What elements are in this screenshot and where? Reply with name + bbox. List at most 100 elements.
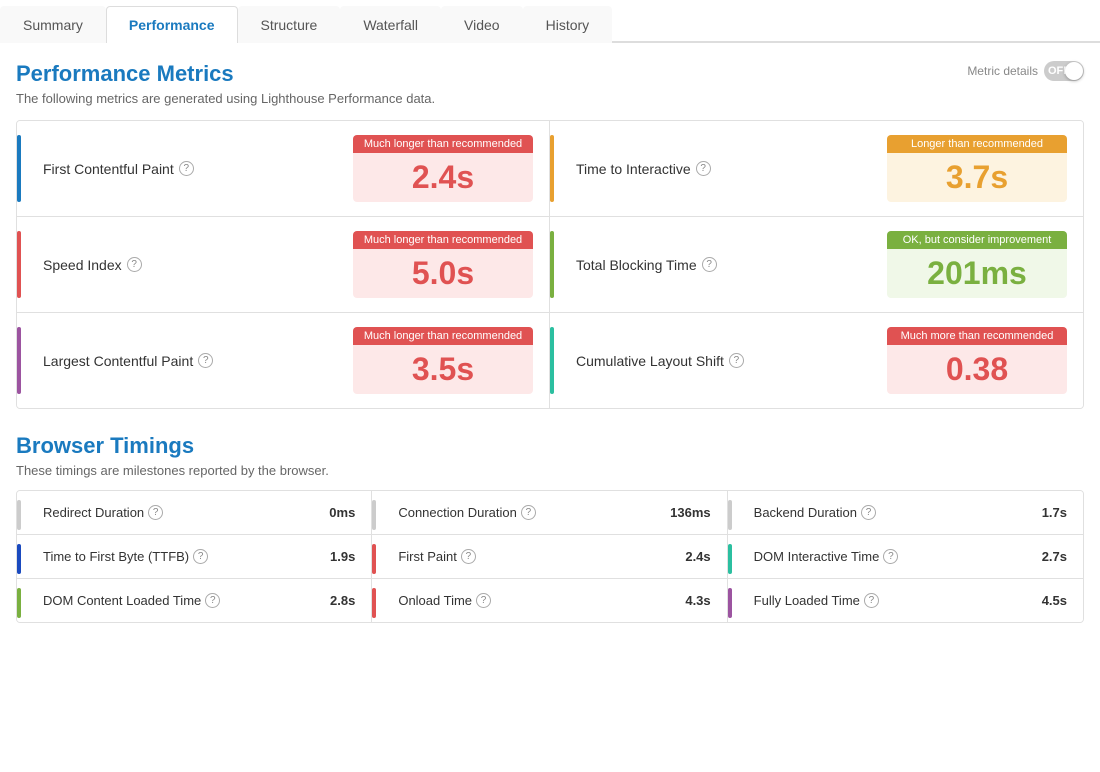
metric-cell-tti: Time to Interactive ?Longer than recomme… [550,121,1083,217]
tab-structure[interactable]: Structure [238,6,341,43]
metric-number-fcp: 2.4s [353,153,533,202]
metric-cell-cls: Cumulative Layout Shift ? Much more than … [550,313,1083,408]
timing-help-dom-content-loaded[interactable]: ? [205,593,220,608]
metric-help-tbt[interactable]: ? [702,257,717,272]
metric-value-box-tbt: OK, but consider improvement201ms [887,231,1067,298]
timing-name-connection: Connection Duration ? [388,505,660,520]
metric-cell-fcp: First Contentful Paint ?Much longer than… [17,121,550,217]
timing-cell-dom-content-loaded: DOM Content Loaded Time ?2.8s [17,579,372,622]
timing-bar-first-paint [372,544,376,574]
metric-badge-tti: Longer than recommended [887,135,1067,153]
timing-name-dom-interactive: DOM Interactive Time ? [744,549,1017,564]
timing-label-onload: Onload Time [398,593,472,608]
browser-timings-title: Browser Timings [16,433,1084,459]
timing-help-redirect[interactable]: ? [148,505,163,520]
timing-value-first-paint: 2.4s [661,549,711,564]
timing-bar-backend [728,500,732,530]
timing-bar-onload [372,588,376,618]
tab-performance[interactable]: Performance [106,6,238,43]
timing-cell-redirect: Redirect Duration ?0ms [17,491,372,535]
metric-number-tbt: 201ms [887,249,1067,298]
metric-bar-cls [550,327,554,394]
metric-bar-lcp [17,327,21,394]
timing-bar-fully-loaded [728,588,732,618]
timing-value-connection: 136ms [661,505,711,520]
browser-timings-desc: These timings are milestones reported by… [16,463,1084,478]
metric-badge-tbt: OK, but consider improvement [887,231,1067,249]
metric-label-cls: Cumulative Layout Shift [576,353,724,369]
timing-label-ttfb: Time to First Byte (TTFB) [43,549,189,564]
metric-number-si: 5.0s [353,249,533,298]
main-content: Performance Metrics The following metric… [0,43,1100,641]
metric-value-box-fcp: Much longer than recommended2.4s [353,135,533,202]
timings-grid: Redirect Duration ?0msConnection Duratio… [16,490,1084,623]
timing-bar-dom-interactive [728,544,732,574]
metric-help-fcp[interactable]: ? [179,161,194,176]
timing-label-connection: Connection Duration [398,505,517,520]
timing-value-onload: 4.3s [661,593,711,608]
timing-value-backend: 1.7s [1017,505,1067,520]
timing-cell-connection: Connection Duration ?136ms [372,491,727,535]
metric-label-fcp: First Contentful Paint [43,161,174,177]
timing-value-dom-interactive: 2.7s [1017,549,1067,564]
metric-label-tti: Time to Interactive [576,161,691,177]
metric-name-si: Speed Index ? [33,257,353,273]
metric-value-box-si: Much longer than recommended5.0s [353,231,533,298]
timing-cell-backend: Backend Duration ?1.7s [728,491,1083,535]
timing-value-dom-content-loaded: 2.8s [305,593,355,608]
metric-name-lcp: Largest Contentful Paint ? [33,353,353,369]
metric-number-lcp: 3.5s [353,345,533,394]
metric-help-tti[interactable]: ? [696,161,711,176]
tab-video[interactable]: Video [441,6,523,43]
timing-bar-ttfb [17,544,21,574]
timing-help-ttfb[interactable]: ? [193,549,208,564]
timing-value-fully-loaded: 4.5s [1017,593,1067,608]
timing-help-backend[interactable]: ? [861,505,876,520]
timing-cell-first-paint: First Paint ?2.4s [372,535,727,579]
metric-name-fcp: First Contentful Paint ? [33,161,353,177]
metric-bar-si [17,231,21,298]
toggle-knob [1065,62,1083,80]
tab-summary[interactable]: Summary [0,6,106,43]
timing-value-redirect: 0ms [305,505,355,520]
metric-name-tbt: Total Blocking Time ? [566,257,887,273]
timing-name-redirect: Redirect Duration ? [33,505,305,520]
metric-value-box-cls: Much more than recommended0.38 [887,327,1067,394]
timing-cell-onload: Onload Time ? 4.3s [372,579,727,622]
timing-help-onload[interactable]: ? [476,593,491,608]
timing-value-ttfb: 1.9s [305,549,355,564]
timing-help-dom-interactive[interactable]: ? [883,549,898,564]
metric-details-toggle[interactable]: OFF [1044,61,1084,81]
metric-help-lcp[interactable]: ? [198,353,213,368]
metric-details-toggle-row: Metric details OFF [967,61,1084,81]
timing-help-connection[interactable]: ? [521,505,536,520]
performance-metrics-title: Performance Metrics [16,61,435,87]
timing-name-dom-content-loaded: DOM Content Loaded Time ? [33,593,305,608]
timing-bar-dom-content-loaded [17,588,21,618]
timing-cell-dom-interactive: DOM Interactive Time ?2.7s [728,535,1083,579]
metric-label-si: Speed Index [43,257,122,273]
metric-cell-tbt: Total Blocking Time ?OK, but consider im… [550,217,1083,313]
metric-bar-fcp [17,135,21,202]
timing-label-fully-loaded: Fully Loaded Time [754,593,860,608]
metric-help-si[interactable]: ? [127,257,142,272]
metric-number-cls: 0.38 [887,345,1067,394]
timing-name-fully-loaded: Fully Loaded Time ? [744,593,1017,608]
timing-name-first-paint: First Paint ? [388,549,660,564]
tab-history[interactable]: History [523,6,613,43]
timing-cell-fully-loaded: Fully Loaded Time ?4.5s [728,579,1083,622]
timing-label-redirect: Redirect Duration [43,505,144,520]
metric-help-cls[interactable]: ? [729,353,744,368]
tab-waterfall[interactable]: Waterfall [340,6,441,43]
timing-help-first-paint[interactable]: ? [461,549,476,564]
timing-name-ttfb: Time to First Byte (TTFB) ? [33,549,305,564]
timing-bar-connection [372,500,376,530]
metric-number-tti: 3.7s [887,153,1067,202]
timing-bar-redirect [17,500,21,530]
timing-help-fully-loaded[interactable]: ? [864,593,879,608]
timing-cell-ttfb: Time to First Byte (TTFB) ?1.9s [17,535,372,579]
metric-name-tti: Time to Interactive ? [566,161,887,177]
metric-badge-cls: Much more than recommended [887,327,1067,345]
metric-label-lcp: Largest Contentful Paint [43,353,193,369]
metric-label-tbt: Total Blocking Time [576,257,697,273]
